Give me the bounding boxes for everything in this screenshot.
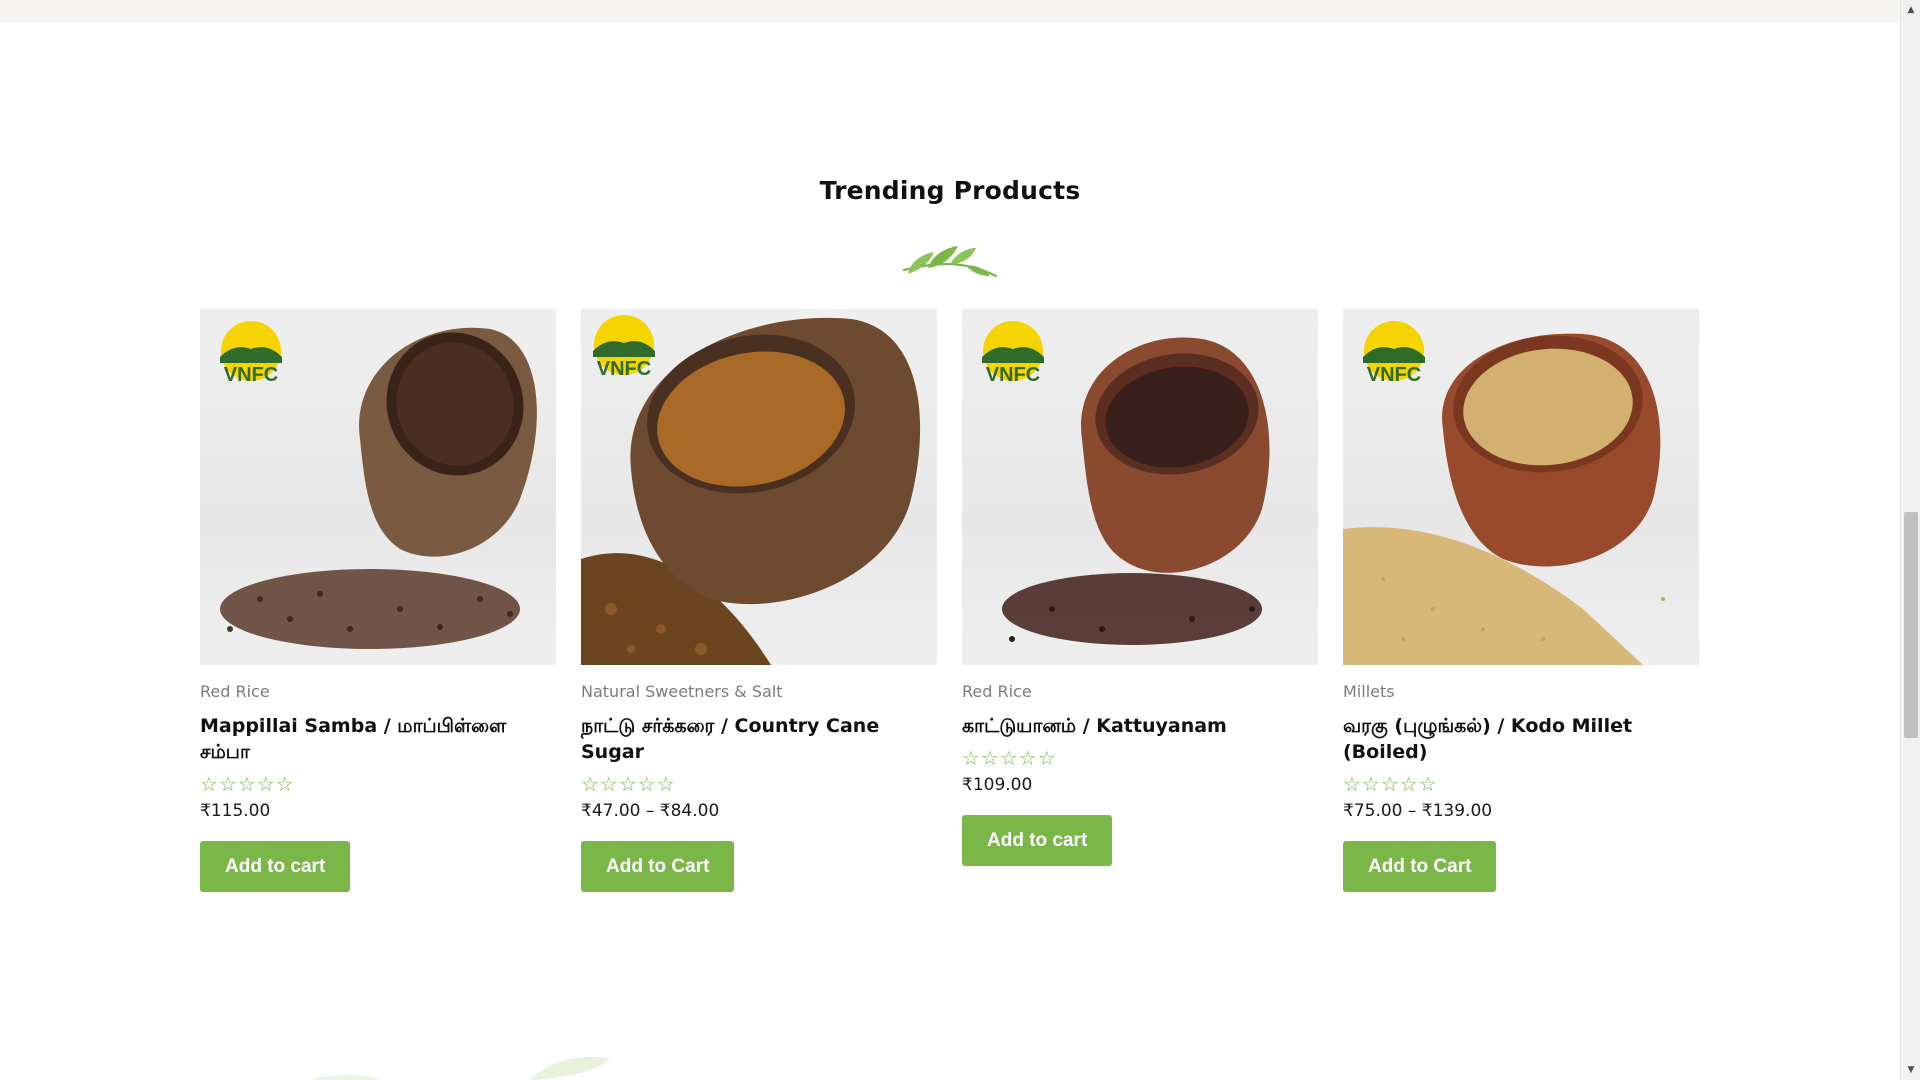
svg-text:VNFC: VNFC bbox=[597, 358, 651, 380]
product-price: ₹109.00 bbox=[962, 775, 1033, 795]
product-price: ₹47.00 – ₹84.00 bbox=[581, 801, 720, 821]
product-category[interactable]: Red Rice bbox=[200, 682, 556, 701]
product-category[interactable]: Natural Sweetners & Salt bbox=[581, 682, 937, 701]
vnfc-logo: VNFC bbox=[982, 321, 1044, 386]
product-image[interactable]: VNFC bbox=[581, 309, 937, 665]
product-title[interactable]: நாட்டு சர்க்கரை / Country Cane Sugar bbox=[581, 713, 937, 765]
vnfc-logo: VNFC bbox=[220, 321, 282, 386]
product-title[interactable]: காட்டுயானம் / Kattuyanam bbox=[962, 713, 1318, 739]
product-card[interactable]: VNFC Red Rice காட்டுயானம் / Kattuyanam ☆… bbox=[962, 309, 1318, 866]
rating-stars-icon: ☆☆☆☆☆ bbox=[581, 772, 676, 796]
rating-stars-icon: ☆☆☆☆☆ bbox=[200, 772, 295, 796]
product-title[interactable]: Mappillai Samba / மாப்பிள்ளை சம்பா bbox=[200, 713, 556, 765]
product-card[interactable]: VNFC Natural Sweetners & Salt நாட்டு சர்… bbox=[581, 309, 937, 892]
product-image[interactable]: VNFC bbox=[1343, 309, 1699, 665]
product-image[interactable]: VNFC bbox=[962, 309, 1318, 665]
product-image[interactable]: VNFC bbox=[200, 309, 556, 665]
svg-text:VNFC: VNFC bbox=[224, 364, 278, 386]
product-category[interactable]: Millets bbox=[1343, 682, 1699, 701]
add-to-cart-button[interactable]: Add to cart bbox=[200, 841, 351, 892]
add-to-cart-button[interactable]: Add to cart bbox=[962, 815, 1113, 866]
add-to-cart-button[interactable]: Add to Cart bbox=[581, 841, 735, 892]
rating-stars-icon: ☆☆☆☆☆ bbox=[1343, 772, 1438, 796]
product-card[interactable]: VNFC Millets வரகு (புழுங்கல்) / Kodo Mil… bbox=[1343, 309, 1699, 892]
svg-text:VNFC: VNFC bbox=[986, 364, 1040, 386]
scroll-down-arrow-icon[interactable]: ▼ bbox=[1901, 1060, 1920, 1080]
scroll-up-arrow-icon[interactable]: ▲ bbox=[1901, 0, 1920, 20]
product-price: ₹115.00 bbox=[200, 801, 271, 821]
section-title: Trending Products bbox=[819, 176, 1081, 205]
add-to-cart-button[interactable]: Add to Cart bbox=[1343, 841, 1497, 892]
product-grid: VNFC Red Rice Mappillai Samba / மாப்பிள்… bbox=[200, 309, 1700, 909]
rating-stars-icon: ☆☆☆☆☆ bbox=[962, 746, 1057, 770]
product-title[interactable]: வரகு (புழுங்கல்) / Kodo Millet (Boiled) bbox=[1343, 713, 1699, 765]
decorative-leaf-icon bbox=[310, 1056, 610, 1080]
product-price: ₹75.00 – ₹139.00 bbox=[1343, 801, 1493, 821]
product-category[interactable]: Red Rice bbox=[962, 682, 1318, 701]
product-card[interactable]: VNFC Red Rice Mappillai Samba / மாப்பிள்… bbox=[200, 309, 556, 892]
scrollbar[interactable]: ▲ ▼ bbox=[1900, 0, 1920, 1080]
vnfc-logo: VNFC bbox=[593, 315, 655, 380]
leaf-branch-icon bbox=[902, 246, 998, 278]
vnfc-logo: VNFC bbox=[1363, 321, 1425, 386]
header-strip bbox=[0, 0, 1900, 22]
scrollbar-thumb[interactable] bbox=[1904, 512, 1918, 738]
svg-text:VNFC: VNFC bbox=[1367, 364, 1421, 386]
